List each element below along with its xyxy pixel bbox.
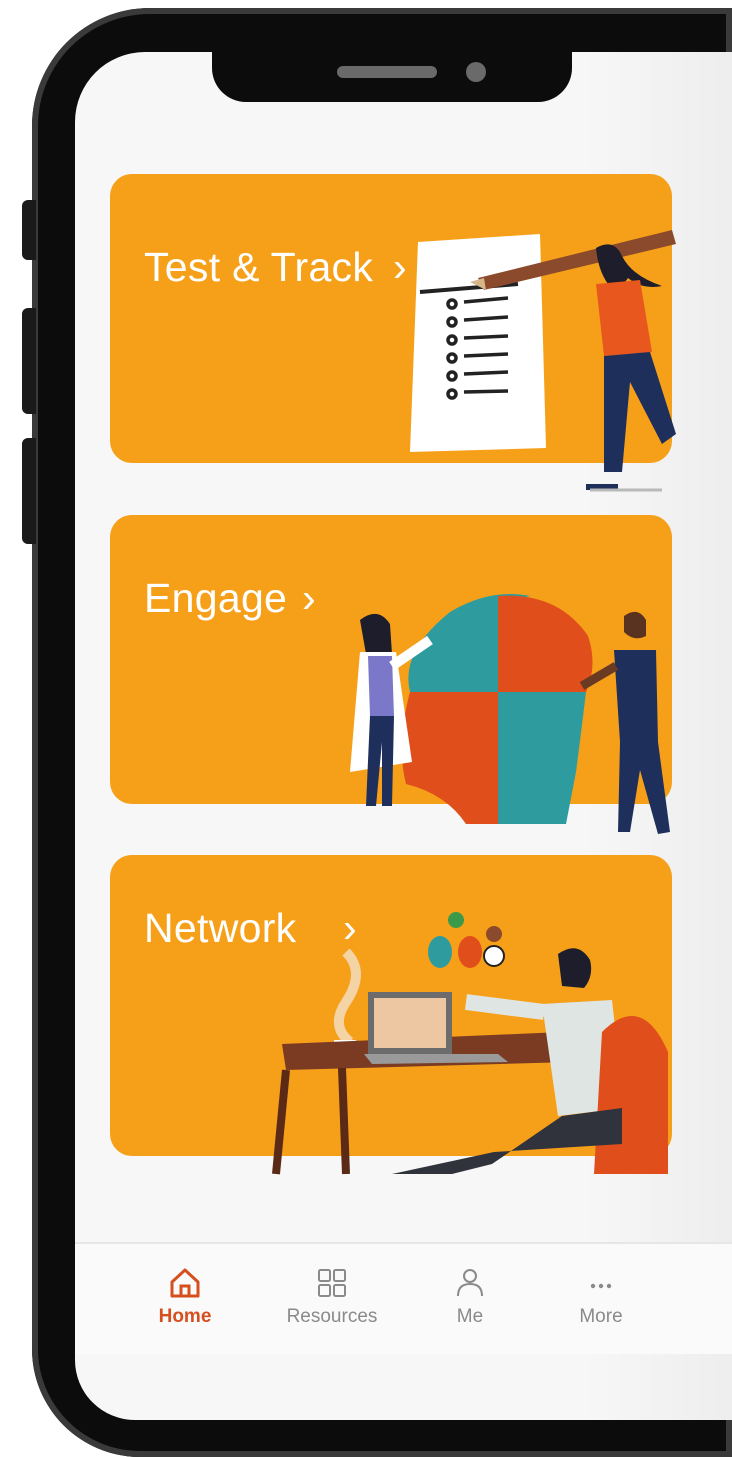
card-title: Test & Track <box>144 244 374 290</box>
bottom-tab-bar: Home Resources Me More <box>75 1242 732 1354</box>
front-camera <box>466 62 486 82</box>
tab-label: Home <box>158 1306 212 1327</box>
tab-more[interactable]: More <box>541 1266 661 1328</box>
puzzle-head-illustration <box>350 594 670 834</box>
volume-down-button <box>22 438 36 544</box>
checklist-illustration <box>410 230 676 492</box>
person-icon <box>457 1269 483 1297</box>
card-title: Engage <box>144 575 288 621</box>
home-icon <box>170 1268 200 1298</box>
tab-me[interactable]: Me <box>410 1266 530 1328</box>
video-call-illustration <box>272 912 668 1175</box>
speaker-grille <box>337 66 437 78</box>
chevron-right-icon: › <box>302 575 316 621</box>
grid-icon <box>318 1269 346 1297</box>
tab-label: Resources <box>286 1306 378 1327</box>
more-icon <box>590 1283 612 1289</box>
volume-up-button <box>22 308 36 414</box>
tab-home[interactable]: Home <box>125 1266 245 1328</box>
tab-label: More <box>579 1306 623 1327</box>
mute-switch <box>22 200 36 260</box>
tab-label: Me <box>456 1306 484 1327</box>
tab-resources[interactable]: Resources <box>272 1266 392 1328</box>
